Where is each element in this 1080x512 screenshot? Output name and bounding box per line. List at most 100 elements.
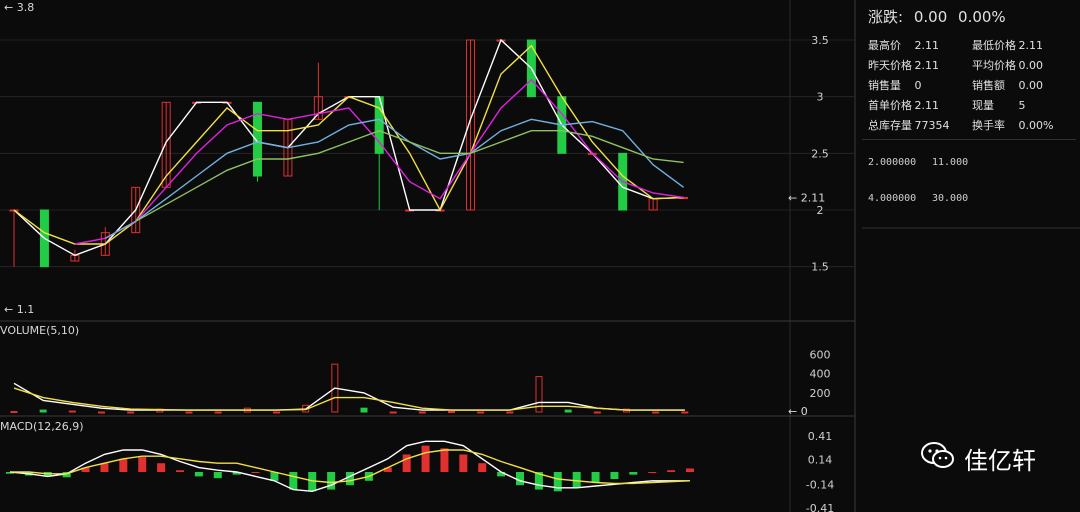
macd-axis-tick: 0.41 <box>808 430 833 443</box>
change-header: 涨跌: 0.00 0.00% <box>868 6 1076 27</box>
watermark-text: 佳亿轩 <box>964 446 1036 475</box>
volume-bar <box>681 411 689 414</box>
volume-bar <box>185 411 193 414</box>
price-axis-tick: 1.5 <box>811 261 829 274</box>
info-key: 现量 <box>972 99 994 112</box>
info-value: 0.00% <box>1018 118 1054 132</box>
macd-bar <box>516 472 524 486</box>
ma-param: 4.000000 <box>868 192 917 204</box>
volume-bar <box>389 411 397 414</box>
volume-bar <box>448 411 455 414</box>
volume-bar <box>68 410 76 413</box>
macd-bar <box>459 454 468 472</box>
macd-bar <box>176 470 184 472</box>
ma-param-row: 2.000000 11.000 <box>862 152 1076 172</box>
info-key: 昨天价格 <box>868 59 912 72</box>
price-axis-tick: 3.5 <box>811 34 829 47</box>
volume-title: VOLUME(5,10) <box>0 324 79 337</box>
macd-bar <box>194 472 203 477</box>
info-key: 最低价格 <box>972 39 1016 52</box>
macd-bar <box>327 472 336 490</box>
info-key: 最高价 <box>868 39 901 52</box>
ma-param-row: 4.000000 30.000 <box>862 188 1076 208</box>
info-row: 昨天价格 2.11 平均价格 0.00 <box>862 55 1076 75</box>
info-value: 77354 <box>914 118 950 132</box>
price-ma-line <box>13 38 684 257</box>
info-row: 总库存量 77354 换手率 0.00% <box>862 115 1076 135</box>
macd-bar <box>289 472 298 490</box>
info-row: 销售量 0 销售额 0.00 <box>862 75 1076 95</box>
macd-bar <box>648 472 657 473</box>
volume-bar <box>98 411 105 414</box>
macd-bar <box>686 468 694 472</box>
price-min-label: ← 1.1 <box>4 303 34 316</box>
macd-bar <box>667 470 676 472</box>
macd-bar <box>119 458 128 472</box>
ma-param: 2.000000 <box>868 156 917 168</box>
info-key: 销售额 <box>972 79 1005 92</box>
volume-bar <box>477 411 485 414</box>
info-key: 平均价格 <box>972 59 1016 72</box>
change-value: 0.00 <box>913 8 948 26</box>
macd-bar <box>138 457 147 472</box>
info-key: 销售量 <box>868 79 901 92</box>
price-ma-line <box>104 118 685 239</box>
current-price-label: ← 2.11 <box>788 192 825 205</box>
change-percent: 0.00% <box>958 8 1006 26</box>
volume-bar <box>273 411 280 414</box>
info-key: 首单价格 <box>868 99 912 112</box>
macd-bar <box>591 472 600 483</box>
ma-param: 30.000 <box>932 192 969 204</box>
volume-bar <box>418 411 426 414</box>
macd-axis-tick: -0.41 <box>806 502 834 512</box>
volume-bar <box>593 411 601 414</box>
price-axis-tick: 3 <box>817 91 824 104</box>
volume-bar <box>360 407 368 413</box>
macd-title: MACD(12,26,9) <box>0 420 84 433</box>
price-axis-tick: 2 <box>817 204 824 217</box>
macd-bar <box>251 472 260 473</box>
info-value: 2.11 <box>914 98 940 112</box>
volume-bar <box>506 411 514 414</box>
info-key: 换手率 <box>972 119 1005 132</box>
volume-bar <box>10 411 18 414</box>
info-row: 首单价格 2.11 现量 5 <box>862 95 1076 115</box>
volume-current-label: ← 0 <box>788 405 808 418</box>
info-row: 最高价 2.11 最低价格 2.11 <box>862 35 1076 55</box>
volume-axis-tick: 600 <box>810 349 831 362</box>
macd-bar <box>440 448 449 472</box>
macd-bar <box>610 472 619 480</box>
info-value: 5 <box>1018 98 1026 112</box>
macd-bar <box>213 472 222 479</box>
macd-axis-tick: 0.14 <box>808 454 833 467</box>
volume-bar <box>652 411 660 414</box>
macd-bar <box>421 445 430 472</box>
wechat-icon <box>920 440 956 476</box>
volume-ma-line <box>13 382 685 411</box>
price-axis-tick: 2.5 <box>811 147 829 160</box>
volume-axis-tick: 200 <box>810 387 831 400</box>
volume-ma-line <box>13 387 685 411</box>
volume-bar <box>214 411 222 414</box>
info-value: 2.11 <box>914 58 940 72</box>
macd-axis-tick: -0.14 <box>806 478 834 491</box>
macd-bar <box>346 472 354 486</box>
info-value: 0.00 <box>1018 78 1044 92</box>
quote-info-panel: 涨跌: 0.00 0.00% 最高价 2.11 最低价格 2.11 昨天价格 2… <box>862 6 1076 208</box>
info-value: 2.11 <box>914 38 940 52</box>
info-value: 0 <box>914 78 922 92</box>
macd-bar <box>629 472 638 475</box>
info-key: 总库存量 <box>868 119 912 132</box>
change-label: 涨跌: <box>868 8 904 26</box>
volume-bar <box>564 409 572 413</box>
volume-bar <box>127 411 135 414</box>
macd-bar <box>157 463 166 472</box>
price-max-label: ← 3.8 <box>4 1 34 14</box>
watermark: 佳亿轩 <box>920 440 1036 476</box>
ma-param: 11.000 <box>932 156 969 168</box>
info-value: 0.00 <box>1018 58 1044 72</box>
volume-axis-tick: 400 <box>810 368 831 381</box>
macd-bar <box>402 454 411 472</box>
macd-bar <box>478 463 487 472</box>
volume-bar <box>39 409 47 413</box>
